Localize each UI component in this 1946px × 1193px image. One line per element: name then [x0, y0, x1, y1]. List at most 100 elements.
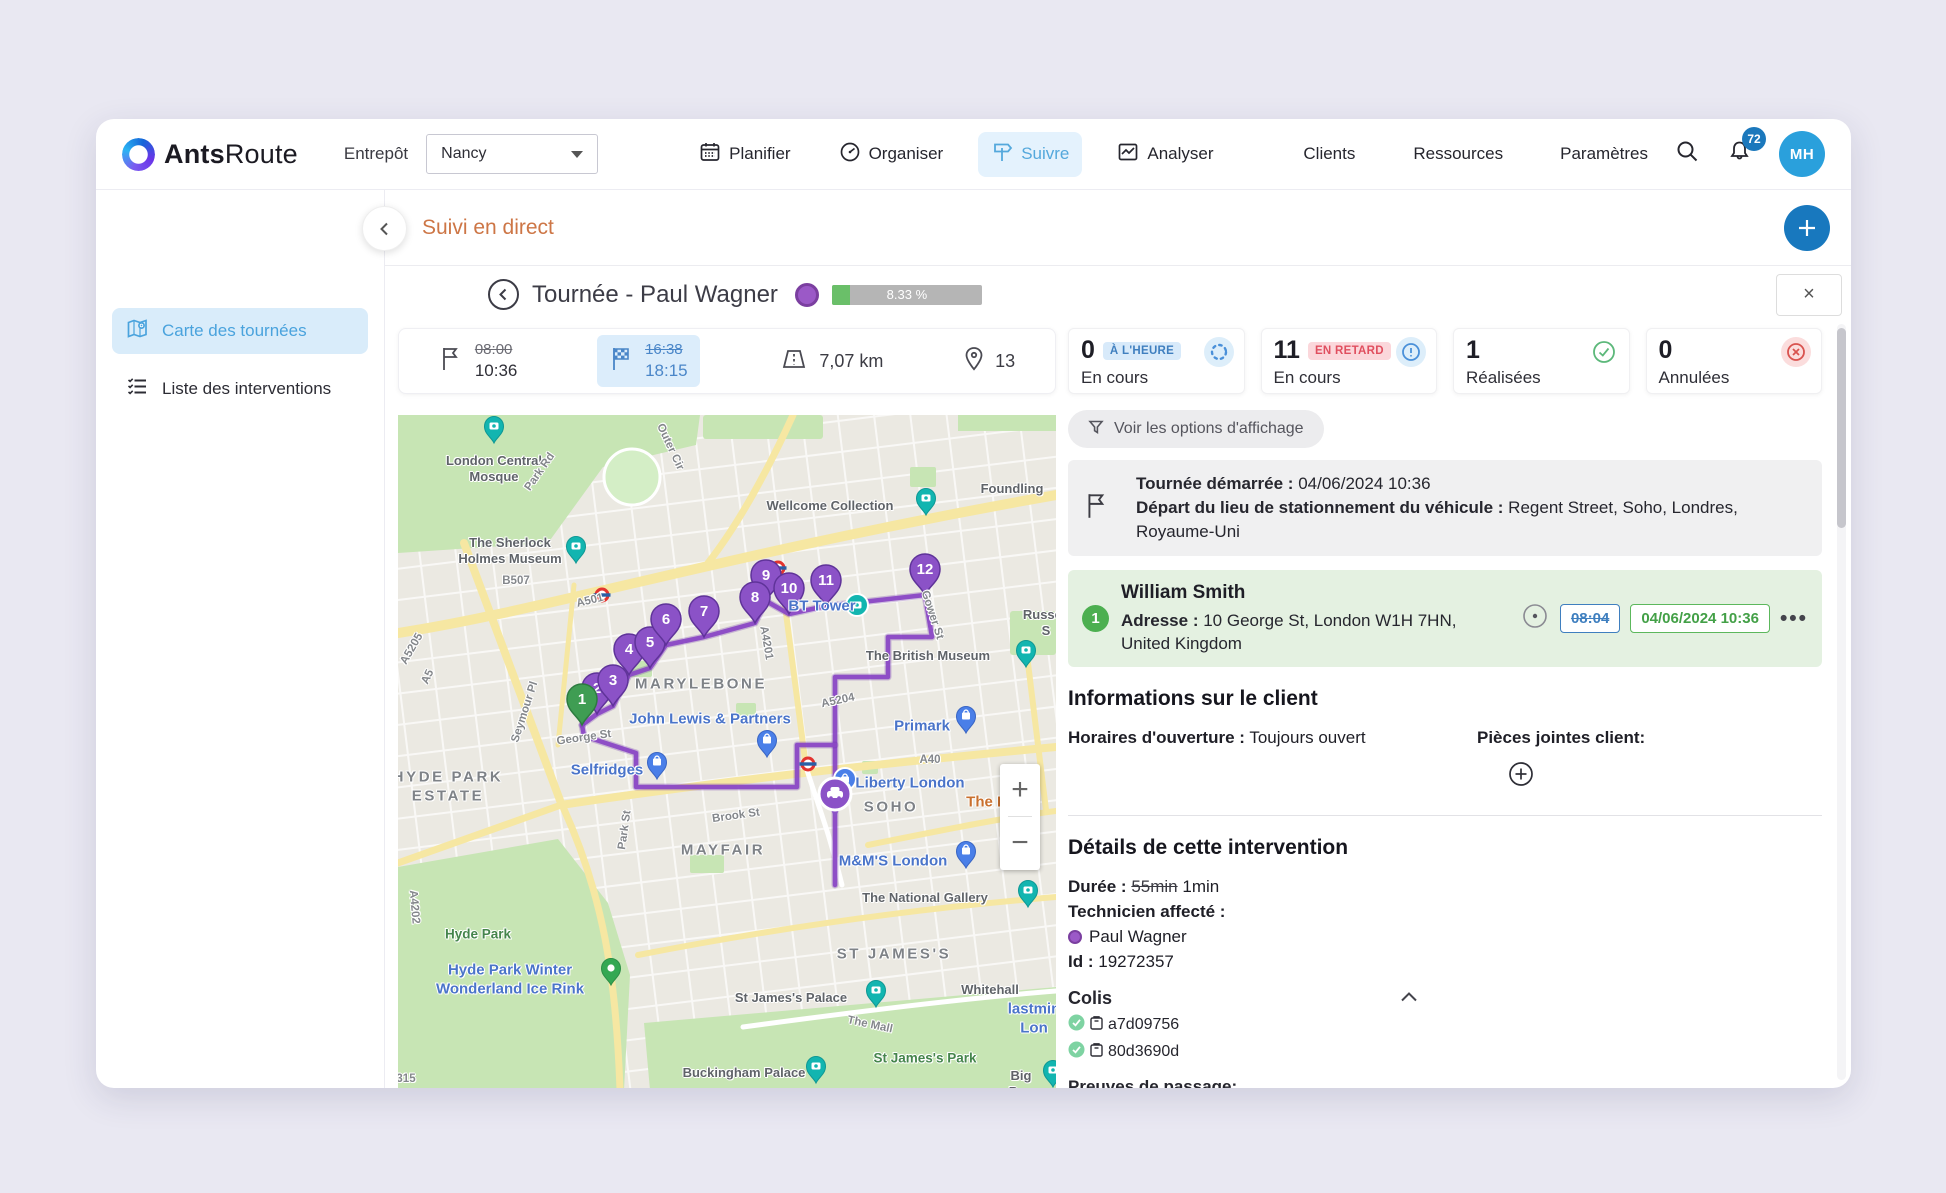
- close-icon: ×: [1803, 283, 1815, 305]
- spinner-icon: [1203, 337, 1234, 367]
- search-button[interactable]: [1675, 139, 1700, 169]
- id-label: Id :: [1068, 952, 1094, 971]
- route-marker-12[interactable]: 12: [909, 553, 941, 597]
- svg-text:10: 10: [781, 580, 798, 597]
- tab-organiser[interactable]: Organiser: [826, 132, 957, 177]
- route-marker-11[interactable]: 11: [810, 564, 842, 608]
- tour-title: Tournée - Paul Wagner: [532, 280, 778, 308]
- sidebar-item-carte-des-tournees[interactable]: Carte des tournées: [112, 308, 368, 354]
- map-icon: [126, 317, 149, 345]
- distance-stat: 7,07 km: [779, 347, 883, 376]
- scrollbar-thumb[interactable]: [1837, 328, 1846, 528]
- distance-value: 7,07 km: [819, 350, 884, 371]
- nav-link-label: Ressources: [1413, 144, 1504, 163]
- tour-header: Tournée - Paul Wagner 8.33 %: [398, 266, 1056, 323]
- colis-header[interactable]: Colis: [1068, 988, 1418, 1009]
- back-button[interactable]: [362, 206, 407, 251]
- camera-pin-poi-icon: [915, 487, 937, 517]
- tab-analyser[interactable]: Analyser: [1104, 132, 1226, 177]
- svg-text:4: 4: [625, 641, 634, 658]
- package-icon: [1089, 1015, 1104, 1036]
- add-attachment-button[interactable]: [1507, 760, 1822, 795]
- colis-item: 80d3690d: [1068, 1041, 1822, 1063]
- flag-icon: [1084, 491, 1112, 526]
- duration-label: Durée :: [1068, 877, 1127, 896]
- entrepot-label: Entrepôt: [343, 144, 409, 163]
- camera-pin-poi-icon: [1017, 879, 1039, 909]
- colis-id: 80d3690d: [1108, 1043, 1180, 1060]
- start-new: 10:36: [474, 360, 518, 380]
- vehicle-marker[interactable]: [817, 776, 853, 818]
- tab-label: Analyser: [1147, 144, 1214, 163]
- card-label: Annulées: [1658, 368, 1730, 387]
- sidebar: Carte des tournées Liste des interventio…: [96, 190, 385, 1088]
- sidebar-item-label: Carte des tournées: [162, 321, 307, 340]
- section-divider: [1068, 815, 1822, 816]
- tour-start-infobox: Tournée démarrée : 04/06/2024 10:36 Dépa…: [1068, 460, 1822, 556]
- card-realisees: 1 Réalisées: [1453, 328, 1630, 394]
- svg-text:8: 8: [751, 589, 759, 606]
- planned-time-chip: 08:04: [1559, 604, 1621, 633]
- card-annulees: 0 Annulées: [1645, 328, 1822, 394]
- nav-link-label: Paramètres: [1560, 144, 1648, 163]
- start-time-stat: 08:00 10:36: [439, 341, 518, 381]
- zoom-in-button[interactable]: +: [1000, 764, 1040, 816]
- gear-icon: [1530, 140, 1553, 168]
- page-header: Suivi en direct: [362, 190, 1851, 266]
- panel-scrollbar[interactable]: [1837, 324, 1846, 1080]
- stop-markers-layer: 29410356 7811121: [566, 553, 941, 727]
- status-badge: À L'HEURE: [1102, 341, 1182, 360]
- tab-planifier[interactable]: Planifier: [686, 132, 803, 177]
- svg-text:9: 9: [762, 567, 770, 584]
- gauge-icon: [839, 141, 861, 168]
- alert-icon: [1396, 337, 1426, 367]
- status-badge: EN RETARD: [1307, 341, 1391, 360]
- target-icon[interactable]: [1520, 601, 1550, 636]
- antsroute-logo[interactable]: AntsRoute: [122, 137, 298, 171]
- driver-color-dot: [794, 282, 819, 307]
- logo-icon: [122, 137, 155, 171]
- camera-pin-poi-icon: [483, 415, 505, 445]
- main-nav: Planifier Organiser Suivre Analyser: [686, 131, 1226, 177]
- bag-pin-poi-icon: [955, 705, 977, 735]
- map-poi-layer: [483, 415, 1056, 1088]
- chevron-down-icon: [571, 150, 584, 158]
- section-heading: Informations sur le client: [1068, 687, 1318, 710]
- route-map[interactable]: 2 9 4 10 3 5 6 7 8 11 12 1 London Central Mosque The…: [398, 415, 1056, 1088]
- chevron-up-icon: [1400, 990, 1418, 1008]
- tube-poi-icon: [593, 587, 611, 603]
- nav-ressources[interactable]: Ressources: [1382, 141, 1503, 168]
- start-label: Tournée démarrée :: [1136, 474, 1294, 493]
- nav-clients[interactable]: Clients: [1272, 141, 1355, 168]
- section-heading: Détails de cette intervention: [1068, 836, 1349, 859]
- tab-suivre[interactable]: Suivre: [978, 131, 1083, 177]
- card-label: En cours: [1273, 368, 1341, 387]
- zoom-out-button[interactable]: −: [1000, 817, 1040, 869]
- add-button[interactable]: [1784, 205, 1830, 251]
- collapse-tour-button[interactable]: [488, 279, 519, 310]
- stop-index-badge: 1: [1082, 605, 1109, 632]
- signpost-icon: [991, 141, 1013, 168]
- more-options-button[interactable]: •••: [1780, 607, 1808, 631]
- tour-stats-bar: 08:00 10:36 16:38 18:15 7,07 km 13: [398, 328, 1056, 394]
- funnel-icon: [1088, 419, 1104, 440]
- check-circle-icon: [1068, 1014, 1085, 1036]
- entrepot-select[interactable]: Nancy: [426, 134, 599, 174]
- nav-parametres[interactable]: Paramètres: [1530, 140, 1648, 168]
- avatar[interactable]: MH: [1779, 131, 1825, 177]
- display-options-button[interactable]: Voir les options d'affichage: [1068, 410, 1324, 448]
- notifications-button[interactable]: 72: [1727, 127, 1766, 169]
- card-value: 11: [1273, 336, 1300, 364]
- svg-text:12: 12: [917, 561, 934, 578]
- stop-card[interactable]: 1 William Smith Adresse : 10 George St, …: [1068, 570, 1822, 667]
- svg-text:11: 11: [818, 572, 834, 589]
- route-marker-8[interactable]: 8: [739, 581, 771, 625]
- checkered-flag-icon: [609, 345, 635, 378]
- display-options-label: Voir les options d'affichage: [1114, 420, 1304, 437]
- status-cards: 0 À L'HEURE En cours 11 EN RETARD En cours…: [1068, 328, 1822, 394]
- duration-new: 1min: [1182, 877, 1220, 896]
- sidebar-item-liste-des-interventions[interactable]: Liste des interventions: [112, 366, 368, 412]
- card-en-retard: 11 EN RETARD En cours: [1260, 328, 1437, 394]
- check-icon: [1589, 337, 1619, 367]
- close-panel-button[interactable]: ×: [1776, 273, 1842, 316]
